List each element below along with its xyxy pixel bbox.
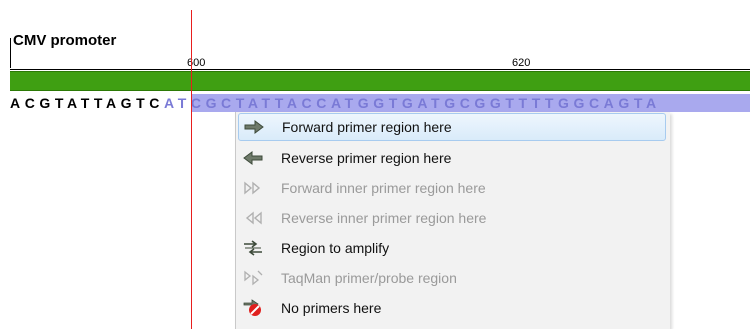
annotation-tick [10,38,11,68]
sequence-residues[interactable]: ACGTATTAGTCATCGCTATTACCATGGTGATGCGGTTTTG… [10,94,661,112]
menu-item-reverse-inner-primer[interactable]: Reverse inner primer region here [238,204,666,232]
cursor-line [191,10,192,329]
no-primers-icon [242,299,264,317]
annotation-label[interactable]: CMV promoter [13,32,116,49]
amplify-region-icon [242,239,264,257]
taqman-icon [242,269,264,287]
menu-item-label: Forward inner primer region here [281,180,486,196]
context-menu: Forward primer region here Reverse prime… [235,112,670,329]
reverse-inner-icon [242,209,264,227]
forward-inner-icon [242,179,264,197]
menu-item-forward-primer[interactable]: Forward primer region here [238,113,666,141]
menu-item-label: No primers here [281,300,382,316]
menu-item-label: Region to amplify [281,240,390,256]
menu-item-label: Forward primer region here [282,119,452,135]
menu-item-taqman[interactable]: TaqMan primer/probe region [238,264,666,292]
menu-item-forward-inner-primer[interactable]: Forward inner primer region here [238,174,666,202]
menu-item-no-primers[interactable]: No primers here [238,294,666,322]
ruler-label-620: 620 [512,57,531,69]
menu-item-reverse-primer[interactable]: Reverse primer region here [238,144,666,172]
forward-arrow-icon [243,118,265,136]
menu-item-label: TaqMan primer/probe region [281,270,457,286]
reverse-arrow-icon [242,149,264,167]
sequence-selected: ATCGCTATTACCATGGTGATGCGGTTTTGGCAGTA [164,95,661,111]
menu-item-label: Reverse inner primer region here [281,210,487,226]
sequence-unselected: ACGTATTAGTC [10,95,165,111]
annotation-track-bar[interactable] [10,71,750,91]
ruler-line [10,69,750,70]
menu-item-region-to-amplify[interactable]: Region to amplify [238,234,666,262]
ruler-label-600: 600 [187,57,206,69]
menu-item-label: Reverse primer region here [281,150,452,166]
